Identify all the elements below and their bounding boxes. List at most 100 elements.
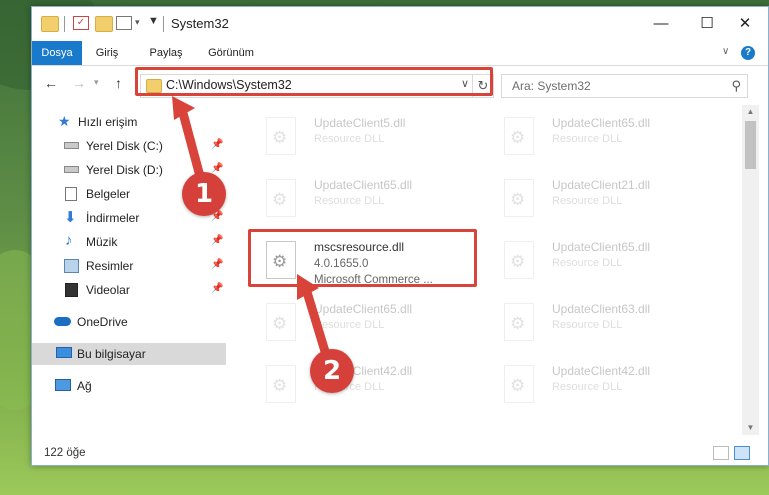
star-icon: ★ xyxy=(58,113,71,129)
collapse-ribbon-icon[interactable]: ∨ xyxy=(722,46,729,57)
network-icon xyxy=(55,379,71,391)
close-button[interactable]: ✕ xyxy=(722,7,768,39)
drive-icon xyxy=(64,142,79,149)
annotation-badge-1: 1 xyxy=(182,172,226,216)
sidebar-item-label: Yerel Disk (D:) xyxy=(86,163,163,177)
details-view-icon[interactable] xyxy=(713,446,729,460)
gear-icon: ⚙ xyxy=(510,376,526,395)
file-item[interactable]: ⚙ UpdateClient65.dll Resource DLL xyxy=(494,113,724,169)
sidebar-item-videos[interactable]: Videolar 📌 xyxy=(32,279,226,301)
sidebar-item-this-pc[interactable]: Bu bilgisayar xyxy=(32,343,226,365)
chevron-down-icon[interactable]: ▾ xyxy=(135,17,140,28)
dll-file-icon: ⚙ xyxy=(266,303,296,341)
file-item[interactable]: ⚙ UpdateClient21.dll Resource DLL xyxy=(494,175,724,231)
dll-file-icon: ⚙ xyxy=(504,117,534,155)
gear-icon: ⚙ xyxy=(510,128,526,147)
dll-file-icon: ⚙ xyxy=(504,179,534,217)
file-type: Resource DLL xyxy=(552,257,623,269)
gear-icon: ⚙ xyxy=(510,252,526,271)
vertical-scrollbar[interactable]: ▲ ▼ xyxy=(742,105,759,435)
computer-icon xyxy=(56,347,72,358)
gear-icon: ⚙ xyxy=(272,128,288,147)
dll-file-icon: ⚙ xyxy=(266,365,296,403)
annotation-badge-2: 2 xyxy=(310,349,354,393)
minimize-button[interactable]: — xyxy=(638,7,684,39)
sidebar-item-pictures[interactable]: Resimler 📌 xyxy=(32,255,226,277)
divider xyxy=(163,16,164,32)
qa-dropdown-icon[interactable]: ▼ xyxy=(148,15,159,27)
file-item[interactable]: ⚙ UpdateClient42.dll Resource DLL xyxy=(256,361,486,417)
file-item[interactable]: ⚙ UpdateClient65.dll Resource DLL xyxy=(256,175,486,231)
large-icons-view-icon[interactable] xyxy=(734,446,750,460)
file-type: Resource DLL xyxy=(552,381,623,393)
status-bar: 122 öğe xyxy=(32,443,768,465)
title-bar: ✓ ▾ ▼ System32 — ☐ ✕ xyxy=(32,7,768,41)
pin-icon[interactable]: 📌 xyxy=(211,139,223,150)
file-type: Resource DLL xyxy=(552,133,623,145)
search-icon[interactable]: ⚲ xyxy=(731,78,741,94)
file-type: Resource DLL xyxy=(314,195,385,207)
video-icon xyxy=(65,283,78,297)
cloud-icon xyxy=(54,317,71,326)
pin-icon[interactable]: 📌 xyxy=(211,235,223,246)
file-name: UpdateClient21.dll xyxy=(552,178,651,192)
sidebar-item-quick-access[interactable]: ★ Hızlı erişim xyxy=(32,111,226,133)
search-placeholder: Ara: System32 xyxy=(512,79,591,93)
dll-file-icon: ⚙ xyxy=(266,179,296,217)
tab-gorunum[interactable]: Görünüm xyxy=(202,41,260,65)
sidebar-item-label: Videolar xyxy=(86,283,130,297)
sidebar-item-label: Bu bilgisayar xyxy=(77,347,146,361)
download-icon: ⬇ xyxy=(64,209,77,226)
sidebar-item-label: Yerel Disk (C:) xyxy=(86,139,163,153)
file-type: Resource DLL xyxy=(314,133,385,145)
pin-icon[interactable]: 📌 xyxy=(211,259,223,270)
forward-arrow-icon[interactable]: → xyxy=(72,75,86,91)
file-item[interactable]: ⚙ UpdateClient63.dll Resource DLL xyxy=(494,299,724,355)
sidebar-item-local-disk-c[interactable]: Yerel Disk (C:) 📌 xyxy=(32,135,226,157)
music-icon: ♪ xyxy=(65,232,73,249)
properties-icon[interactable]: ✓ xyxy=(73,16,89,30)
pin-icon[interactable]: 📌 xyxy=(211,163,223,174)
sidebar-item-label: Müzik xyxy=(86,235,118,249)
sidebar-item-label: Resimler xyxy=(86,259,134,273)
scroll-down-icon[interactable]: ▼ xyxy=(742,421,759,435)
sidebar-item-label: Hızlı erişim xyxy=(78,115,138,129)
dll-file-icon: ⚙ xyxy=(266,117,296,155)
drive-icon xyxy=(64,166,79,173)
tab-paylas[interactable]: Paylaş xyxy=(144,41,188,65)
file-type: Resource DLL xyxy=(314,319,385,331)
file-item[interactable]: ⚙ UpdateClient65.dll Resource DLL xyxy=(494,237,724,293)
divider xyxy=(64,16,65,32)
tab-dosya[interactable]: Dosya xyxy=(32,41,82,65)
file-name: UpdateClient65.dll xyxy=(552,240,651,254)
file-name: UpdateClient42.dll xyxy=(552,364,651,378)
pin-icon[interactable]: 📌 xyxy=(211,283,223,294)
gear-icon: ⚙ xyxy=(272,314,288,333)
up-arrow-icon[interactable]: ↑ xyxy=(115,75,122,91)
scroll-thumb[interactable] xyxy=(745,121,756,169)
file-item[interactable]: ⚙ UpdateClient65.dll Resource DLL xyxy=(256,299,486,355)
file-type: Resource DLL xyxy=(552,319,623,331)
new-folder-icon[interactable] xyxy=(95,16,113,32)
sidebar-item-music[interactable]: ♪ Müzik 📌 xyxy=(32,231,226,253)
file-item[interactable]: ⚙ UpdateClient5.dll Resource DLL xyxy=(256,113,486,169)
help-icon[interactable]: ? xyxy=(741,46,755,60)
tab-giris[interactable]: Giriş xyxy=(86,41,128,65)
dll-file-icon: ⚙ xyxy=(504,365,534,403)
search-input[interactable]: Ara: System32 ⚲ xyxy=(501,74,748,98)
sidebar-item-label: İndirmeler xyxy=(86,211,140,225)
recent-locations-icon[interactable]: ▾ xyxy=(94,77,99,88)
pictures-icon xyxy=(64,259,79,273)
back-arrow-icon[interactable]: ← xyxy=(44,75,58,91)
file-name: UpdateClient65.dll xyxy=(552,116,651,130)
navigation-pane: ★ Hızlı erişim Yerel Disk (C:) 📌 Yerel D… xyxy=(32,105,226,435)
sidebar-item-label: Ağ xyxy=(77,379,92,393)
sidebar-item-label: Belgeler xyxy=(86,187,131,201)
scroll-up-icon[interactable]: ▲ xyxy=(742,105,759,119)
gear-icon: ⚙ xyxy=(510,314,526,333)
sidebar-item-onedrive[interactable]: OneDrive xyxy=(32,311,226,333)
sidebar-item-network[interactable]: Ağ xyxy=(32,375,226,397)
file-item[interactable]: ⚙ UpdateClient42.dll Resource DLL xyxy=(494,361,724,417)
window-title: System32 xyxy=(171,16,229,31)
customize-toolbar-icon[interactable] xyxy=(116,16,132,30)
